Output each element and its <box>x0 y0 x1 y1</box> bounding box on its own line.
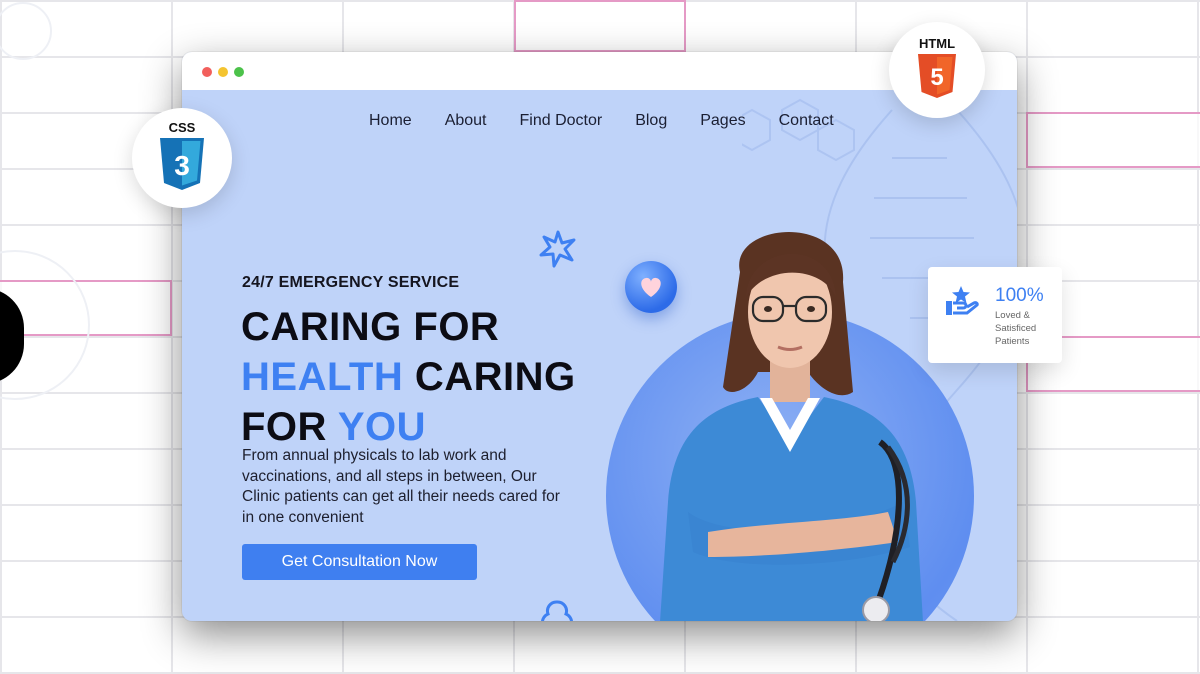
nav-about[interactable]: About <box>445 112 487 130</box>
headline-accent-health: HEALTH <box>241 355 404 399</box>
hero-headline: CARING FOR HEALTH CARING FOR YOU <box>241 302 576 452</box>
nav-blog[interactable]: Blog <box>635 112 667 130</box>
html5-number: 5 <box>930 64 943 91</box>
browser-window: Home About Find Doctor Blog Pages Contac… <box>182 52 1017 621</box>
html5-shield-icon: 5 <box>918 54 956 98</box>
clover-icon <box>541 600 573 621</box>
nav-home[interactable]: Home <box>369 112 412 130</box>
decor-pink-box-top <box>514 0 686 52</box>
landing-page: Home About Find Doctor Blog Pages Contac… <box>182 90 1017 621</box>
headline-line-3: FOR YOU <box>241 402 576 452</box>
stat-label: Loved & Satisficed Patients <box>995 310 1037 347</box>
headline-accent-you: YOU <box>337 405 427 449</box>
css3-number: 3 <box>174 150 190 181</box>
html5-badge: HTML 5 <box>889 22 985 118</box>
nav-contact[interactable]: Contact <box>779 112 834 130</box>
hand-star-icon <box>946 286 979 315</box>
html5-badge-label: HTML <box>918 36 956 51</box>
headline-line-2: HEALTH CARING <box>241 352 576 402</box>
get-consultation-button[interactable]: Get Consultation Now <box>242 544 477 580</box>
nav-find-doctor[interactable]: Find Doctor <box>520 112 603 130</box>
window-maximize-dot[interactable] <box>234 67 244 77</box>
nav-pages[interactable]: Pages <box>700 112 745 130</box>
flower-icon <box>539 230 576 268</box>
nurse-illustration <box>660 232 923 621</box>
hero-description: From annual physicals to lab work and va… <box>242 447 560 526</box>
css3-shield-icon: 3 <box>160 138 204 190</box>
window-close-dot[interactable] <box>202 67 212 77</box>
headline-caring: CARING <box>414 355 576 399</box>
main-nav: Home About Find Doctor Blog Pages Contac… <box>369 112 867 130</box>
css3-badge: CSS 3 <box>132 108 232 208</box>
stat-card: 100% Loved & Satisficed Patients <box>928 267 1062 363</box>
stat-value: 100% <box>995 285 1044 306</box>
decor-pink-box-right-top <box>1026 112 1200 168</box>
headline-for: FOR <box>241 405 327 449</box>
window-minimize-dot[interactable] <box>218 67 228 77</box>
headline-line-1: CARING FOR <box>241 305 500 349</box>
hero-eyebrow: 24/7 EMERGENCY SERVICE <box>242 274 460 291</box>
css3-badge-label: CSS <box>168 120 196 135</box>
